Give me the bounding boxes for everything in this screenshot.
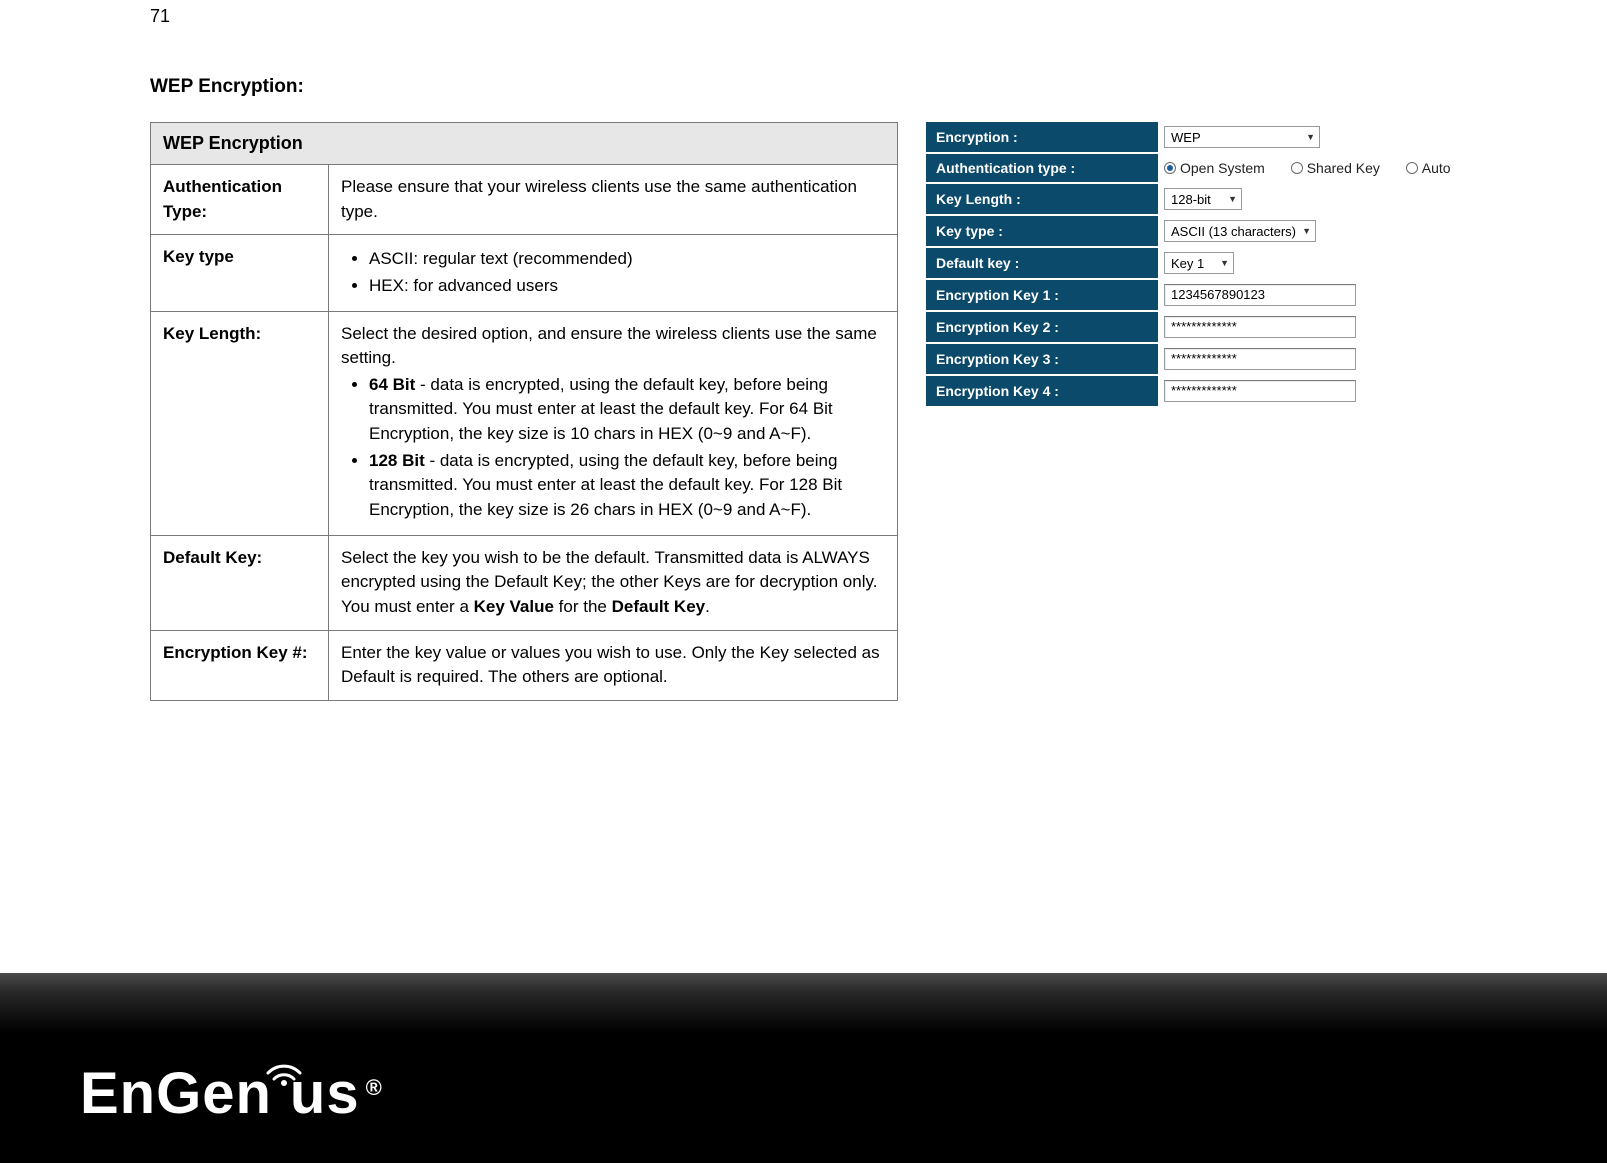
encryption-select[interactable]: WEP ▼ (1164, 126, 1320, 148)
select-value: WEP (1171, 130, 1201, 145)
form-label-enc-key-4: Encryption Key 4 : (926, 375, 1158, 407)
ref-row-label: Key type (151, 235, 329, 311)
bold-text: 64 Bit (369, 375, 415, 394)
ref-text: - data is encrypted, using the default k… (369, 375, 833, 443)
auth-shared-radio[interactable]: Shared Key (1291, 160, 1380, 176)
enc-key-4-input[interactable]: ************* (1164, 380, 1356, 402)
list-item: ASCII: regular text (recommended) (369, 247, 885, 272)
brand-logo: EnGen us ® (80, 1060, 382, 1127)
brand-name-part1: EnGen (80, 1060, 272, 1127)
chevron-down-icon: ▼ (1228, 194, 1237, 204)
radio-icon (1164, 162, 1176, 174)
enc-key-1-input[interactable]: 1234567890123 (1164, 284, 1356, 306)
key-type-select[interactable]: ASCII (13 characters) ▼ (1164, 220, 1316, 242)
form-label-key-length: Key Length : (926, 183, 1158, 215)
ref-row-desc: Select the key you wish to be the defaul… (329, 535, 898, 630)
table-row: Authentication Type: Please ensure that … (151, 165, 898, 235)
form-label-enc-key-1: Encryption Key 1 : (926, 279, 1158, 311)
radio-icon (1406, 162, 1418, 174)
list-item: HEX: for advanced users (369, 274, 885, 299)
reference-table-header: WEP Encryption (151, 123, 898, 165)
bold-text: 128 Bit (369, 451, 425, 470)
default-key-select[interactable]: Key 1 ▼ (1164, 252, 1234, 274)
form-label-auth-type: Authentication type : (926, 153, 1158, 183)
form-label-enc-key-2: Encryption Key 2 : (926, 311, 1158, 343)
ref-text: for the (554, 597, 612, 616)
chevron-down-icon: ▼ (1302, 226, 1311, 236)
section-heading: WEP Encryption: (150, 76, 1550, 98)
ref-row-desc: Please ensure that your wireless clients… (329, 165, 898, 235)
list-item: 64 Bit - data is encrypted, using the de… (369, 373, 885, 447)
ref-text: . (705, 597, 710, 616)
ref-text: - data is encrypted, using the default k… (369, 451, 842, 519)
form-label-key-type: Key type : (926, 215, 1158, 247)
ref-row-label: Default Key: (151, 535, 329, 630)
radio-icon (1291, 162, 1303, 174)
page-number: 71 (150, 6, 170, 27)
table-row: Key type ASCII: regular text (recommende… (151, 235, 898, 311)
ref-row-desc: Enter the key value or values you wish t… (329, 630, 898, 700)
chevron-down-icon: ▼ (1220, 258, 1229, 268)
config-form: Encryption : WEP ▼ Authentication type :… (926, 122, 1546, 408)
bold-text: Default Key (612, 597, 706, 616)
form-label-encryption: Encryption : (926, 122, 1158, 153)
footer-bar: EnGen us ® (0, 973, 1607, 1163)
form-label-default-key: Default key : (926, 247, 1158, 279)
ref-row-label: Key Length: (151, 311, 329, 535)
enc-key-2-input[interactable]: ************* (1164, 316, 1356, 338)
radio-label: Auto (1422, 160, 1451, 176)
select-value: 128-bit (1171, 192, 1211, 207)
ref-row-desc: Select the desired option, and ensure th… (329, 311, 898, 535)
enc-key-3-input[interactable]: ************* (1164, 348, 1356, 370)
ref-row-desc: ASCII: regular text (recommended) HEX: f… (329, 235, 898, 311)
chevron-down-icon: ▼ (1306, 132, 1315, 142)
key-length-select[interactable]: 128-bit ▼ (1164, 188, 1242, 210)
table-row: Default Key: Select the key you wish to … (151, 535, 898, 630)
ref-text: Select the desired option, and ensure th… (341, 324, 877, 368)
ref-row-label: Authentication Type: (151, 165, 329, 235)
table-row: Key Length: Select the desired option, a… (151, 311, 898, 535)
auth-type-radio-group: Open System Shared Key Auto (1164, 161, 1473, 177)
select-value: Key 1 (1171, 256, 1204, 271)
reference-table: WEP Encryption Authentication Type: Plea… (150, 122, 898, 701)
registered-icon: ® (366, 1075, 382, 1101)
select-value: ASCII (13 characters) (1171, 224, 1296, 239)
list-item: 128 Bit - data is encrypted, using the d… (369, 449, 885, 523)
radio-label: Open System (1180, 160, 1265, 176)
auth-auto-radio[interactable]: Auto (1406, 160, 1451, 176)
bold-text: Key Value (474, 597, 554, 616)
radio-label: Shared Key (1307, 160, 1380, 176)
ref-row-label: Encryption Key #: (151, 630, 329, 700)
form-label-enc-key-3: Encryption Key 3 : (926, 343, 1158, 375)
table-row: Encryption Key #: Enter the key value or… (151, 630, 898, 700)
auth-open-radio[interactable]: Open System (1164, 160, 1265, 176)
